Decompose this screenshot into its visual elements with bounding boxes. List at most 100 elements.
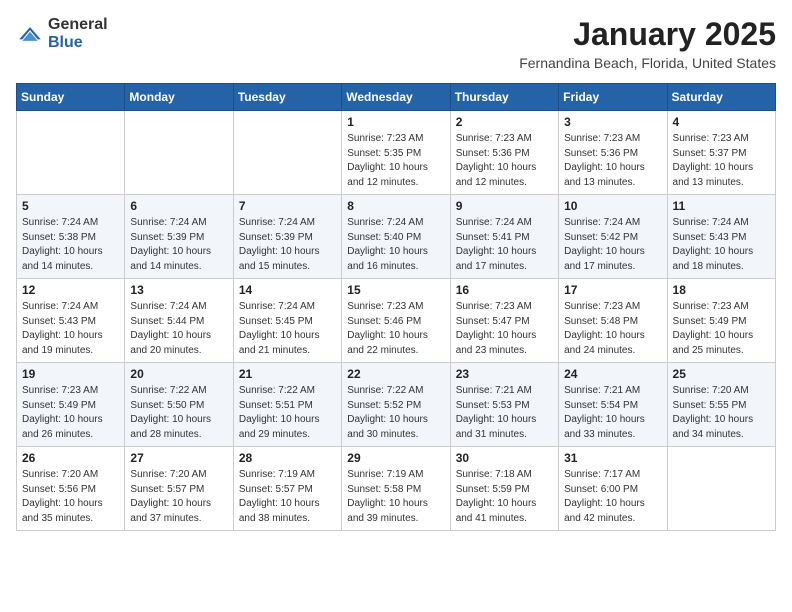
calendar-cell bbox=[233, 111, 341, 195]
calendar-cell: 18 Sunrise: 7:23 AM Sunset: 5:49 PM Dayli… bbox=[667, 279, 775, 363]
day-number: 18 bbox=[673, 283, 770, 297]
calendar-cell: 14Sunrise: 7:24 AM Sunset: 5:45 PM Dayli… bbox=[233, 279, 341, 363]
calendar-cell: 1Sunrise: 7:23 AM Sunset: 5:35 PM Daylig… bbox=[342, 111, 450, 195]
day-info: Sunrise: 7:24 AM Sunset: 5:44 PM Dayligh… bbox=[130, 300, 227, 358]
weekday-header-monday: Monday bbox=[125, 84, 233, 111]
day-info: Sunrise: 7:23 AM Sunset: 5:46 PM Dayligh… bbox=[347, 300, 444, 358]
day-number: 13 bbox=[130, 283, 227, 297]
calendar-body: 1Sunrise: 7:23 AM Sunset: 5:35 PM Daylig… bbox=[17, 111, 776, 531]
calendar-cell: 24 Sunrise: 7:21 AM Sunset: 5:54 PM Dayli… bbox=[559, 363, 667, 447]
weekday-header-saturday: Saturday bbox=[667, 84, 775, 111]
logo-general: General bbox=[48, 16, 108, 33]
logo-blue: Blue bbox=[48, 34, 83, 51]
calendar-subtitle: Fernandina Beach, Florida, United States bbox=[519, 55, 776, 71]
day-info: Sunrise: 7:19 AM Sunset: 5:58 PM Dayligh… bbox=[347, 468, 444, 526]
day-info: Sunrise: 7:23 AM Sunset: 5:47 PM Dayligh… bbox=[456, 300, 553, 358]
day-number: 19 bbox=[22, 367, 119, 381]
day-number: 24 bbox=[564, 367, 661, 381]
day-info: Sunrise: 7:21 AM Sunset: 5:53 PM Dayligh… bbox=[456, 384, 553, 442]
calendar-title: January 2025 bbox=[519, 16, 776, 53]
calendar-table: SundayMondayTuesdayWednesdayThursdayFrid… bbox=[16, 83, 776, 531]
calendar-cell: 25 Sunrise: 7:20 AM Sunset: 5:55 PM Dayli… bbox=[667, 363, 775, 447]
day-number: 16 bbox=[456, 283, 553, 297]
day-info: Sunrise: 7:23 AM Sunset: 5:36 PM Dayligh… bbox=[564, 132, 661, 190]
day-number: 9 bbox=[456, 199, 553, 213]
calendar-cell bbox=[667, 447, 775, 531]
day-number: 4 bbox=[673, 115, 770, 129]
day-number: 12 bbox=[22, 283, 119, 297]
calendar-week-row: 26Sunrise: 7:20 AM Sunset: 5:56 PM Dayli… bbox=[17, 447, 776, 531]
calendar-cell: 28Sunrise: 7:19 AM Sunset: 5:57 PM Dayli… bbox=[233, 447, 341, 531]
day-number: 25 bbox=[673, 367, 770, 381]
day-info: Sunrise: 7:20 AM Sunset: 5:57 PM Dayligh… bbox=[130, 468, 227, 526]
day-info: Sunrise: 7:24 AM Sunset: 5:43 PM Dayligh… bbox=[673, 216, 770, 274]
calendar-cell: 2 Sunrise: 7:23 AM Sunset: 5:36 PM Daylig… bbox=[450, 111, 558, 195]
calendar-week-row: 12Sunrise: 7:24 AM Sunset: 5:43 PM Dayli… bbox=[17, 279, 776, 363]
day-number: 27 bbox=[130, 451, 227, 465]
calendar-cell: 27 Sunrise: 7:20 AM Sunset: 5:57 PM Dayli… bbox=[125, 447, 233, 531]
day-number: 8 bbox=[347, 199, 444, 213]
day-info: Sunrise: 7:24 AM Sunset: 5:42 PM Dayligh… bbox=[564, 216, 661, 274]
day-info: Sunrise: 7:18 AM Sunset: 5:59 PM Dayligh… bbox=[456, 468, 553, 526]
day-info: Sunrise: 7:23 AM Sunset: 5:48 PM Dayligh… bbox=[564, 300, 661, 358]
day-info: Sunrise: 7:23 AM Sunset: 5:49 PM Dayligh… bbox=[673, 300, 770, 358]
day-info: Sunrise: 7:17 AM Sunset: 6:00 PM Dayligh… bbox=[564, 468, 661, 526]
calendar-cell: 9 Sunrise: 7:24 AM Sunset: 5:41 PM Daylig… bbox=[450, 195, 558, 279]
calendar-cell: 3 Sunrise: 7:23 AM Sunset: 5:36 PM Daylig… bbox=[559, 111, 667, 195]
calendar-cell: 8Sunrise: 7:24 AM Sunset: 5:40 PM Daylig… bbox=[342, 195, 450, 279]
day-number: 10 bbox=[564, 199, 661, 213]
day-number: 2 bbox=[456, 115, 553, 129]
day-info: Sunrise: 7:24 AM Sunset: 5:38 PM Dayligh… bbox=[22, 216, 119, 274]
weekday-header-row: SundayMondayTuesdayWednesdayThursdayFrid… bbox=[17, 84, 776, 111]
day-number: 14 bbox=[239, 283, 336, 297]
day-number: 21 bbox=[239, 367, 336, 381]
calendar-week-row: 1Sunrise: 7:23 AM Sunset: 5:35 PM Daylig… bbox=[17, 111, 776, 195]
day-number: 20 bbox=[130, 367, 227, 381]
day-number: 28 bbox=[239, 451, 336, 465]
title-block: January 2025 Fernandina Beach, Florida, … bbox=[519, 16, 776, 71]
day-number: 30 bbox=[456, 451, 553, 465]
day-info: Sunrise: 7:24 AM Sunset: 5:41 PM Dayligh… bbox=[456, 216, 553, 274]
day-number: 6 bbox=[130, 199, 227, 213]
calendar-cell: 11Sunrise: 7:24 AM Sunset: 5:43 PM Dayli… bbox=[667, 195, 775, 279]
calendar-cell: 26Sunrise: 7:20 AM Sunset: 5:56 PM Dayli… bbox=[17, 447, 125, 531]
day-number: 3 bbox=[564, 115, 661, 129]
weekday-header-wednesday: Wednesday bbox=[342, 84, 450, 111]
day-number: 31 bbox=[564, 451, 661, 465]
day-info: Sunrise: 7:22 AM Sunset: 5:50 PM Dayligh… bbox=[130, 384, 227, 442]
day-number: 29 bbox=[347, 451, 444, 465]
calendar-cell: 21 Sunrise: 7:22 AM Sunset: 5:51 PM Dayli… bbox=[233, 363, 341, 447]
day-info: Sunrise: 7:20 AM Sunset: 5:55 PM Dayligh… bbox=[673, 384, 770, 442]
calendar-cell bbox=[17, 111, 125, 195]
calendar-cell: 22Sunrise: 7:22 AM Sunset: 5:52 PM Dayli… bbox=[342, 363, 450, 447]
weekday-header-sunday: Sunday bbox=[17, 84, 125, 111]
calendar-header: SundayMondayTuesdayWednesdayThursdayFrid… bbox=[17, 84, 776, 111]
calendar-cell: 5 Sunrise: 7:24 AM Sunset: 5:38 PM Daylig… bbox=[17, 195, 125, 279]
calendar-cell: 13 Sunrise: 7:24 AM Sunset: 5:44 PM Dayli… bbox=[125, 279, 233, 363]
calendar-cell: 15 Sunrise: 7:23 AM Sunset: 5:46 PM Dayli… bbox=[342, 279, 450, 363]
day-number: 5 bbox=[22, 199, 119, 213]
day-number: 22 bbox=[347, 367, 444, 381]
calendar-cell: 31 Sunrise: 7:17 AM Sunset: 6:00 PM Dayli… bbox=[559, 447, 667, 531]
calendar-cell: 23 Sunrise: 7:21 AM Sunset: 5:53 PM Dayli… bbox=[450, 363, 558, 447]
calendar-cell: 30 Sunrise: 7:18 AM Sunset: 5:59 PM Dayli… bbox=[450, 447, 558, 531]
day-info: Sunrise: 7:22 AM Sunset: 5:51 PM Dayligh… bbox=[239, 384, 336, 442]
calendar-cell: 20 Sunrise: 7:22 AM Sunset: 5:50 PM Dayli… bbox=[125, 363, 233, 447]
calendar-cell bbox=[125, 111, 233, 195]
calendar-cell: 10 Sunrise: 7:24 AM Sunset: 5:42 PM Dayli… bbox=[559, 195, 667, 279]
day-number: 23 bbox=[456, 367, 553, 381]
calendar-cell: 7Sunrise: 7:24 AM Sunset: 5:39 PM Daylig… bbox=[233, 195, 341, 279]
day-number: 17 bbox=[564, 283, 661, 297]
logo: General Blue bbox=[16, 16, 108, 52]
calendar-week-row: 5 Sunrise: 7:24 AM Sunset: 5:38 PM Daylig… bbox=[17, 195, 776, 279]
logo-icon bbox=[16, 24, 44, 44]
calendar-cell: 4Sunrise: 7:23 AM Sunset: 5:37 PM Daylig… bbox=[667, 111, 775, 195]
day-info: Sunrise: 7:23 AM Sunset: 5:36 PM Dayligh… bbox=[456, 132, 553, 190]
day-info: Sunrise: 7:23 AM Sunset: 5:35 PM Dayligh… bbox=[347, 132, 444, 190]
weekday-header-friday: Friday bbox=[559, 84, 667, 111]
day-info: Sunrise: 7:21 AM Sunset: 5:54 PM Dayligh… bbox=[564, 384, 661, 442]
day-number: 15 bbox=[347, 283, 444, 297]
day-info: Sunrise: 7:24 AM Sunset: 5:39 PM Dayligh… bbox=[130, 216, 227, 274]
calendar-cell: 19Sunrise: 7:23 AM Sunset: 5:49 PM Dayli… bbox=[17, 363, 125, 447]
day-number: 26 bbox=[22, 451, 119, 465]
